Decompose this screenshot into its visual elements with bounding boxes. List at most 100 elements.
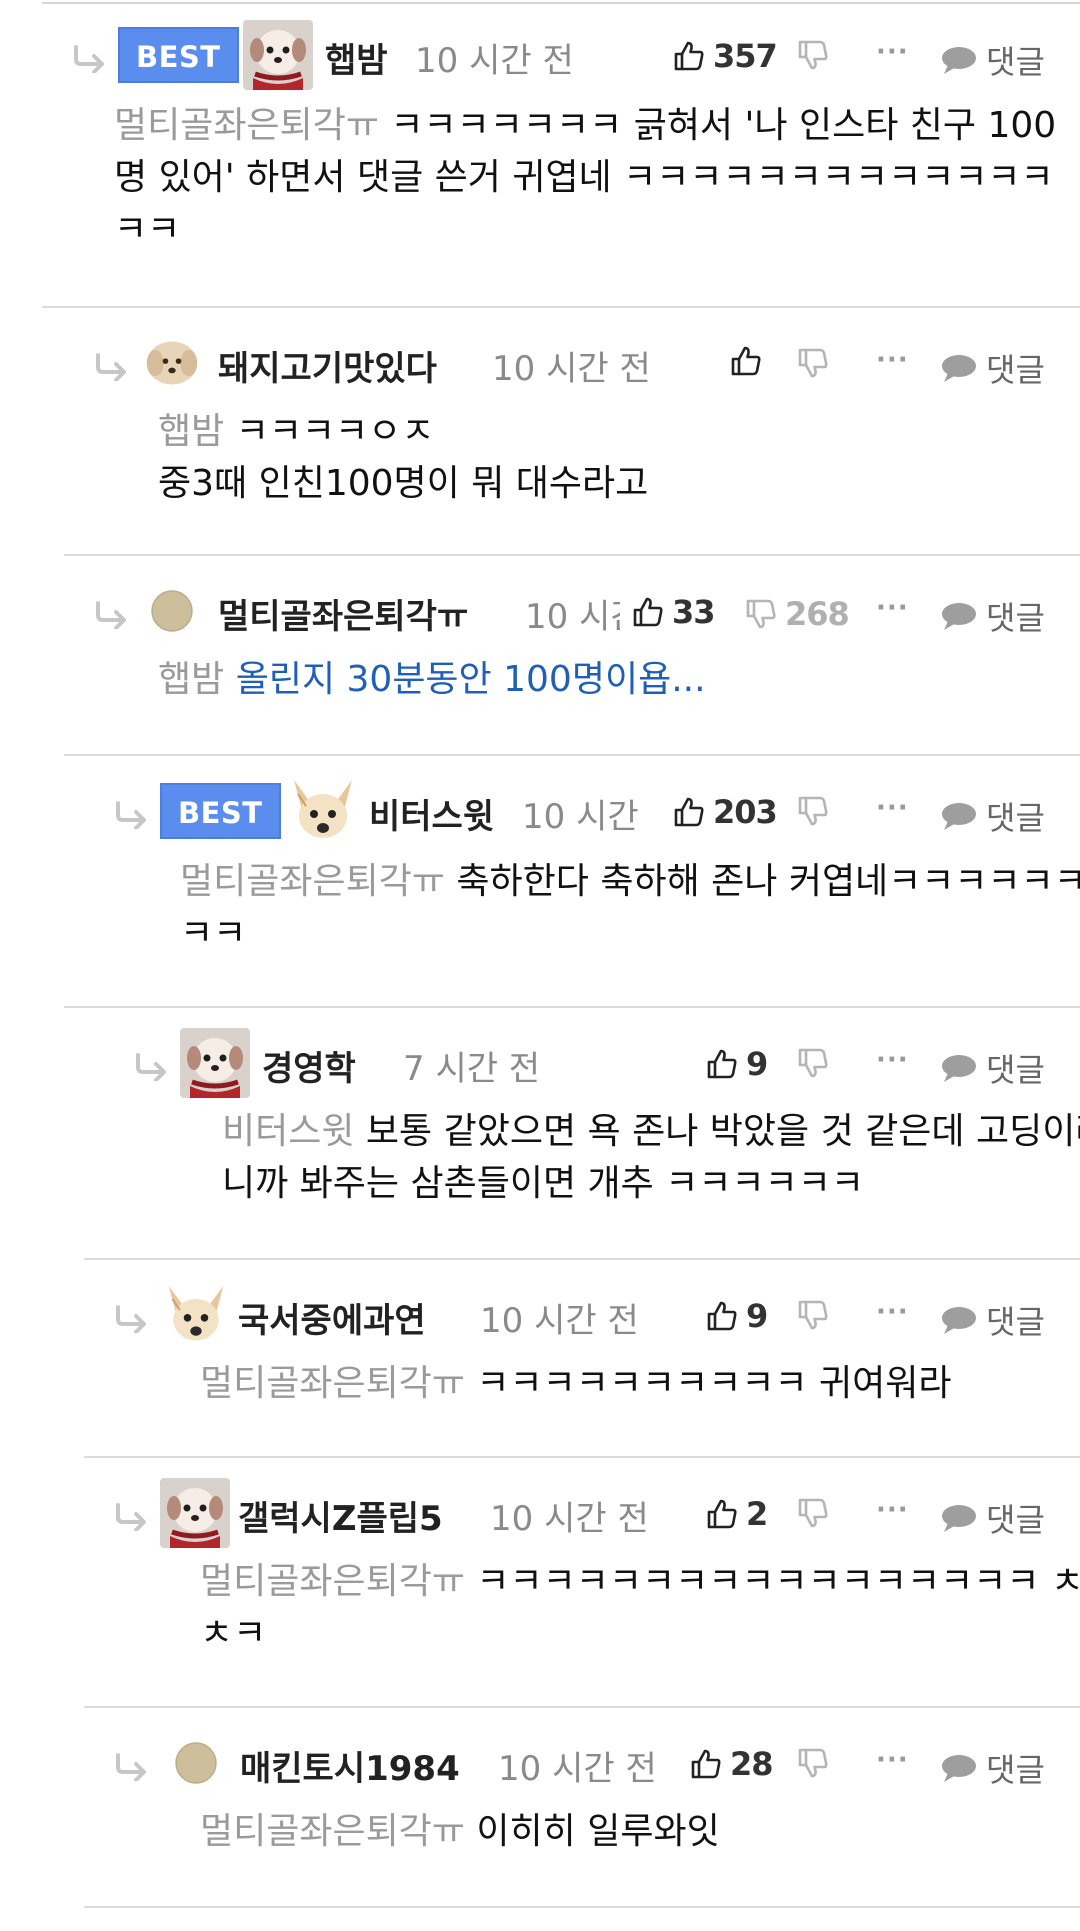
username[interactable]: 멀티골좌은퇴각ㅠ [218, 589, 468, 638]
comment-header: 갤럭시Z플립5 10 시간 전 2 ··· 댓글 [84, 1458, 1080, 1548]
mention[interactable]: 비터스윗 [222, 1111, 354, 1152]
mention[interactable]: 멀티골좌은퇴각ㅠ [180, 861, 445, 902]
more-options-button[interactable]: ··· [876, 1297, 909, 1327]
more-options-button[interactable]: ··· [876, 793, 909, 823]
comment-item: 갤럭시Z플립5 10 시간 전 2 ··· 댓글 멀티골좌은퇴각ㅠ ㅋㅋㅋㅋㅋㅋㅋ… [84, 1458, 1080, 1708]
more-options-button[interactable]: ··· [876, 1495, 909, 1525]
reply-arrow-icon [112, 1305, 150, 1333]
comment-body: 햅밤 올린지 30분동안 100명이욥... [158, 654, 1080, 706]
mention[interactable]: 햅밤 [158, 411, 224, 452]
more-options-button[interactable]: ··· [876, 593, 909, 623]
username[interactable]: 갤럭시Z플립5 [238, 1491, 443, 1540]
mention[interactable]: 멀티골좌은퇴각ㅠ [200, 1811, 465, 1852]
dislike-button[interactable] [797, 1299, 837, 1331]
like-button[interactable]: 203 [673, 793, 778, 831]
comment-body: 햅밤 ㅋㅋㅋㅋㅇㅈ 중3때 인친100명이 뭐 대수라고 [158, 406, 1080, 510]
reply-button-label: 댓글 [986, 799, 1045, 837]
reply-button[interactable]: 댓글 [940, 793, 1045, 839]
comment-header: 돼지고기맛있다 10 시간 전 ··· 댓글 [64, 308, 1080, 391]
mention[interactable]: 햅밤 [158, 659, 224, 700]
thumbs-up-icon [706, 1498, 738, 1530]
avatar[interactable] [180, 1028, 250, 1098]
avatar[interactable] [163, 1282, 229, 1348]
avatar[interactable] [175, 1742, 217, 1784]
reply-arrow-icon [112, 801, 150, 829]
more-options-button[interactable]: ··· [876, 1045, 909, 1075]
dislike-button[interactable] [797, 39, 837, 71]
like-button[interactable]: 2 [706, 1495, 768, 1533]
speech-bubble-icon [940, 1305, 978, 1335]
dislike-button[interactable] [797, 347, 837, 379]
reply-button-label: 댓글 [986, 43, 1045, 81]
avatar[interactable] [144, 335, 200, 391]
like-button[interactable] [730, 345, 770, 377]
username[interactable]: 매킨토시1984 [240, 1741, 460, 1790]
comment-item: 국서중에과연 10 시간 전 9 ··· 댓글 멀티골좌은퇴각ㅠ ㅋㅋㅋㅋㅋㅋㅋㅋ… [84, 1260, 1080, 1458]
reply-button[interactable]: 댓글 [940, 37, 1045, 83]
dislike-button[interactable] [797, 1497, 837, 1529]
thumbs-up-icon [673, 796, 705, 828]
dislike-button[interactable] [797, 795, 837, 827]
reply-button[interactable]: 댓글 [940, 593, 1045, 639]
comment-text: 이히히 일루와잇 [464, 1811, 720, 1852]
mention[interactable]: 멀티골좌은퇴각ㅠ [200, 1561, 465, 1602]
mention[interactable]: 멀티골좌은퇴각ㅠ [114, 105, 379, 146]
thumbs-down-icon [797, 1497, 829, 1529]
reply-arrow-icon [112, 1753, 150, 1781]
comment-item: BEST 비터스윗 10 시간 전 203 ··· 댓글 멀티골좌은퇴각ㅠ 축하한… [64, 756, 1080, 1008]
avatar[interactable] [160, 1478, 230, 1548]
more-options-button[interactable]: ··· [876, 37, 909, 67]
username[interactable]: 경영학 [262, 1041, 356, 1090]
reply-button-label: 댓글 [986, 1751, 1045, 1789]
avatar[interactable] [243, 20, 313, 90]
thumbs-down-icon [797, 1747, 829, 1779]
dislike-button[interactable] [797, 1747, 837, 1779]
username[interactable]: 비터스윗 [369, 789, 494, 838]
avatar[interactable] [288, 776, 358, 846]
thumbs-down-icon [797, 39, 829, 71]
username[interactable]: 돼지고기맛있다 [218, 341, 437, 390]
like-button[interactable]: 33 [632, 593, 716, 631]
like-button[interactable]: 357 [673, 37, 778, 75]
reply-button-label: 댓글 [986, 351, 1045, 389]
username[interactable]: 햅밤 [325, 33, 388, 82]
reply-button-label: 댓글 [986, 1501, 1045, 1539]
comment-item: BEST 햅밤 10 시간 전 357 ··· 댓글 멀티골좌은퇴각ㅠ ㅋㅋㅋㅋㅋ… [42, 0, 1080, 308]
username[interactable]: 국서중에과연 [238, 1293, 426, 1342]
thumbs-up-icon [690, 1748, 722, 1780]
speech-bubble-icon [940, 601, 978, 631]
timestamp: 10 시간 전 [480, 1301, 639, 1341]
more-options-button[interactable]: ··· [876, 1745, 909, 1775]
reply-button-label: 댓글 [986, 599, 1045, 637]
like-button[interactable]: 9 [706, 1297, 768, 1335]
thumbs-down-icon [797, 795, 829, 827]
reply-arrow-icon [92, 353, 130, 381]
comment-body: 멀티골좌은퇴각ㅠ ㅋㅋㅋㅋㅋㅋㅋ 긁혀서 '나 인스타 친구 100명 있어' … [114, 100, 1080, 256]
reply-button[interactable]: 댓글 [940, 345, 1045, 391]
speech-bubble-icon [940, 1753, 978, 1783]
timestamp: 10 시간 전 [498, 1749, 657, 1789]
dislike-button[interactable] [797, 1047, 837, 1079]
timestamp: 10 시간 전 [525, 597, 620, 637]
more-options-button[interactable]: ··· [876, 345, 909, 375]
like-count: 9 [746, 1297, 768, 1335]
comment-body: 멀티골좌은퇴각ㅠ ㅋㅋㅋㅋㅋㅋㅋㅋㅋㅋㅋㅋㅋㅋㅋㅋㅋ ㅊㅋㅊㅋ [200, 1556, 1080, 1660]
comment-text: ㅋㅋㅋㅋㅋㅋㅋㅋㅋㅋ 귀여워라 [464, 1363, 952, 1404]
best-badge: BEST [160, 783, 281, 839]
comment-text: ㅋㅋㅋㅋㅇㅈ 중3때 인친100명이 뭐 대수라고 [158, 411, 649, 504]
avatar[interactable] [151, 590, 193, 632]
dislike-button[interactable]: 268 [745, 595, 850, 633]
reply-button[interactable]: 댓글 [940, 1045, 1045, 1091]
thumbs-down-icon [797, 347, 829, 379]
comment-text[interactable]: 올린지 30분동안 100명이욥... [236, 659, 706, 700]
reply-button[interactable]: 댓글 [940, 1745, 1045, 1791]
like-button[interactable]: 9 [706, 1045, 768, 1083]
timestamp: 7 시간 전 [403, 1049, 541, 1089]
reply-button[interactable]: 댓글 [940, 1495, 1045, 1541]
reply-button[interactable]: 댓글 [940, 1297, 1045, 1343]
like-button[interactable]: 28 [690, 1745, 774, 1783]
dislike-count: 268 [785, 595, 850, 633]
thumbs-up-icon [632, 596, 664, 628]
mention[interactable]: 멀티골좌은퇴각ㅠ [200, 1363, 465, 1404]
comment-item: 멀티골좌은퇴각ㅠ 10 시간 전 33 268 ··· 댓글 햅밤 올린지 30분… [64, 556, 1080, 756]
